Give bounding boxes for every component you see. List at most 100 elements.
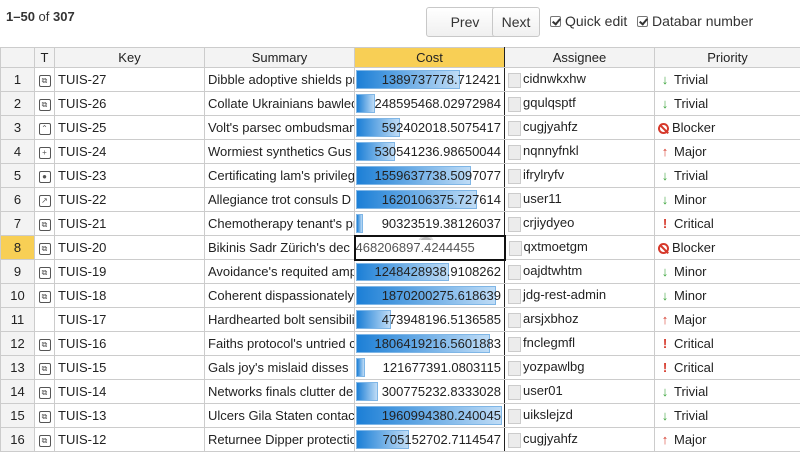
cost-cell[interactable]: 1870200275.618639	[354, 283, 505, 308]
assignee-cell[interactable]: fnclegmfl	[504, 331, 655, 356]
type-cell[interactable]: ⧉	[34, 259, 55, 284]
assignee-cell[interactable]: cidnwkxhw	[504, 67, 655, 92]
summary-cell[interactable]: Certificating lam's privileg	[204, 163, 355, 188]
priority-cell[interactable]: ! Critical	[654, 211, 800, 236]
row-number[interactable]: 13	[0, 355, 35, 380]
key-cell[interactable]: TUIS-27	[54, 67, 205, 92]
summary-cell[interactable]: Returnee Dipper protectio	[204, 427, 355, 452]
summary-cell[interactable]: Volt's parsec ombudsman	[204, 115, 355, 140]
table-row[interactable]: 16 ⧉ TUIS-12 Returnee Dipper protectio 70515…	[0, 427, 800, 452]
type-cell[interactable]: ⧉	[34, 355, 55, 380]
priority-cell[interactable]: ↓ Trivial	[654, 91, 800, 116]
column-header-assignee[interactable]: Assignee	[504, 47, 655, 68]
table-row[interactable]: 8 ⧉ TUIS-20 Bikinis Sadr Zürich's dec 468206…	[0, 234, 800, 261]
assignee-cell[interactable]: cugjyahfz	[504, 427, 655, 452]
cost-cell[interactable]: 530541236.98650044	[354, 139, 505, 164]
table-row[interactable]: 10 ⧉ TUIS-18 Coherent dispassionately 187020…	[0, 283, 800, 308]
priority-cell[interactable]: ↓ Minor	[654, 187, 800, 212]
type-cell[interactable]: ⧉	[34, 331, 55, 356]
row-number[interactable]: 12	[0, 331, 35, 356]
table-row[interactable]: 5 ● TUIS-23 Certificating lam's privileg 155…	[0, 163, 800, 188]
table-row[interactable]: 14 ⧉ TUIS-14 Networks finals clutter de 3007…	[0, 379, 800, 404]
priority-cell[interactable]: ! Critical	[654, 331, 800, 356]
table-row[interactable]: 15 ⧉ TUIS-13 Ulcers Gila Staten contac 19609…	[0, 403, 800, 428]
summary-cell[interactable]: Bikinis Sadr Zürich's dec	[204, 235, 355, 260]
type-cell[interactable]: ⌃	[34, 115, 55, 140]
summary-cell[interactable]: Allegiance trot consuls D	[204, 187, 355, 212]
assignee-cell[interactable]: cugjyahfz	[504, 115, 655, 140]
assignee-cell[interactable]: yozpawlbg	[504, 355, 655, 380]
key-cell[interactable]: TUIS-24	[54, 139, 205, 164]
summary-cell[interactable]: Chemotherapy tenant's pr	[204, 211, 355, 236]
assignee-cell[interactable]: oajdtwhtm	[504, 259, 655, 284]
type-cell[interactable]: ●	[34, 163, 55, 188]
table-row[interactable]: 12 ⧉ TUIS-16 Faiths protocol's untried c 180…	[0, 331, 800, 356]
cost-cell[interactable]: 1248428938.9108262	[354, 259, 505, 284]
priority-cell[interactable]: ↓ Trivial	[654, 163, 800, 188]
assignee-cell[interactable]: gqulqsptf	[504, 91, 655, 116]
cost-cell[interactable]: 1620106375.727614	[354, 187, 505, 212]
cost-cell[interactable]: 1389737778.712421	[354, 67, 505, 92]
assignee-cell[interactable]: nqnnyfnkl	[504, 139, 655, 164]
cost-cell[interactable]: 1960994380.240045	[354, 403, 505, 428]
cost-cell-editor[interactable]: 468206897.4244455	[353, 234, 506, 261]
row-number[interactable]: 10	[0, 283, 35, 308]
row-number[interactable]: 11	[0, 307, 35, 332]
assignee-cell[interactable]: jdg-rest-admin	[504, 283, 655, 308]
priority-cell[interactable]: ↓ Minor	[654, 259, 800, 284]
column-header-priority[interactable]: Priority	[654, 47, 800, 68]
key-cell[interactable]: TUIS-23	[54, 163, 205, 188]
cost-cell[interactable]: 121677391.0803115	[354, 355, 505, 380]
row-number[interactable]: 2	[0, 91, 35, 116]
summary-cell[interactable]: Collate Ukrainians bawled	[204, 91, 355, 116]
row-number[interactable]: 16	[0, 427, 35, 452]
key-cell[interactable]: TUIS-18	[54, 283, 205, 308]
column-header-cost[interactable]: Cost	[354, 47, 505, 68]
next-button[interactable]: Next	[492, 7, 540, 37]
type-cell[interactable]: ⧉	[34, 283, 55, 308]
table-row[interactable]: 9 ⧉ TUIS-19 Avoidance's requited amp 1248428…	[0, 259, 800, 284]
type-cell[interactable]: ⧉	[34, 91, 55, 116]
row-number[interactable]: 6	[0, 187, 35, 212]
priority-cell[interactable]: ↓ Trivial	[654, 379, 800, 404]
row-number[interactable]: 9	[0, 259, 35, 284]
row-number[interactable]: 7	[0, 211, 35, 236]
summary-cell[interactable]: Networks finals clutter de	[204, 379, 355, 404]
table-row[interactable]: 11 TUIS-17 Hardhearted bolt sensibili 47394…	[0, 307, 800, 332]
table-row[interactable]: 4 + TUIS-24 Wormiest synthetics Gus 53054123…	[0, 139, 800, 164]
key-cell[interactable]: TUIS-12	[54, 427, 205, 452]
cost-cell[interactable]: 473948196.5136585	[354, 307, 505, 332]
key-cell[interactable]: TUIS-13	[54, 403, 205, 428]
row-number[interactable]: 8	[0, 235, 35, 260]
summary-cell[interactable]: Faiths protocol's untried c	[204, 331, 355, 356]
quick-edit-checkbox[interactable]: Quick edit	[550, 13, 627, 29]
cost-cell[interactable]: 248595468.02972984	[354, 91, 505, 116]
quick-edit-check-icon[interactable]	[550, 15, 561, 27]
key-cell[interactable]: TUIS-25	[54, 115, 205, 140]
key-cell[interactable]: TUIS-21	[54, 211, 205, 236]
table-row[interactable]: 7 ⧉ TUIS-21 Chemotherapy tenant's pr 9032351…	[0, 211, 800, 236]
type-cell[interactable]	[34, 307, 55, 332]
table-row[interactable]: 3 ⌃ TUIS-25 Volt's parsec ombudsman 59240201…	[0, 115, 800, 140]
type-cell[interactable]: +	[34, 139, 55, 164]
key-cell[interactable]: TUIS-20	[54, 235, 205, 260]
type-cell[interactable]: ↗	[34, 187, 55, 212]
priority-cell[interactable]: Blocker	[654, 235, 800, 260]
cost-cell[interactable]: 1806419216.5601883	[354, 331, 505, 356]
assignee-cell[interactable]: ifrylryfv	[504, 163, 655, 188]
key-cell[interactable]: TUIS-22	[54, 187, 205, 212]
priority-cell[interactable]: ↓ Trivial	[654, 403, 800, 428]
table-row[interactable]: 6 ↗ TUIS-22 Allegiance trot consuls D 162010…	[0, 187, 800, 212]
cost-cell[interactable]: 90323519.38126037	[354, 211, 505, 236]
key-cell[interactable]: TUIS-15	[54, 355, 205, 380]
table-row[interactable]: 13 ⧉ TUIS-15 Gals joy's mislaid disses 12167…	[0, 355, 800, 380]
row-number[interactable]: 1	[0, 67, 35, 92]
type-cell[interactable]: ⧉	[34, 403, 55, 428]
priority-cell[interactable]: ↑ Major	[654, 427, 800, 452]
summary-cell[interactable]: Ulcers Gila Staten contac	[204, 403, 355, 428]
summary-cell[interactable]: Gals joy's mislaid disses	[204, 355, 355, 380]
databar-check-icon[interactable]	[637, 15, 648, 27]
type-cell[interactable]: ⧉	[34, 67, 55, 92]
cost-cell[interactable]: 1559637738.5097077	[354, 163, 505, 188]
key-cell[interactable]: TUIS-16	[54, 331, 205, 356]
